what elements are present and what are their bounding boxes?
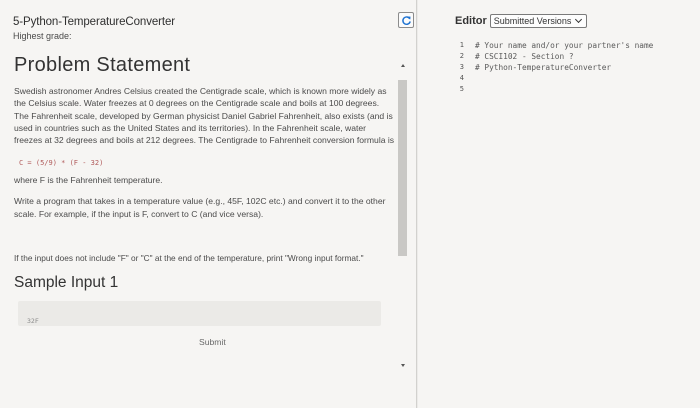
line-number: 3: [459, 63, 464, 71]
editor-label: Editor: [455, 15, 487, 27]
editor-pane: Editor Submitted Versions 1 # Your name …: [418, 0, 700, 408]
line-number: 4: [459, 74, 464, 82]
error-note: If the input does not include "F" or "C"…: [14, 253, 364, 264]
code-line: 1 # Your name and/or your partner's name: [454, 40, 654, 51]
scrollbar-thumb[interactable]: [398, 80, 407, 256]
code-text: # Python-TemperatureConverter: [475, 63, 612, 72]
problem-heading: Problem Statement: [14, 54, 191, 73]
code-line: 4: [454, 73, 653, 84]
sample-input-heading: Sample Input 1: [14, 274, 119, 292]
code-line: 3 # Python-TemperatureConverter: [454, 62, 653, 73]
sample-input-value: 32F: [27, 317, 39, 325]
arrow-up-icon[interactable]: [401, 64, 405, 67]
problem-header: 5-Python-TemperatureConverter Highest gr…: [0, 0, 417, 48]
version-select-value: Submitted Versions: [493, 16, 572, 26]
version-select[interactable]: Submitted Versions: [489, 14, 588, 28]
task-description: Write a program that takes in a temperat…: [14, 196, 386, 219]
line-number: 5: [459, 85, 464, 93]
editor-toolbar: Editor Submitted Versions: [455, 14, 588, 28]
line-number: 2: [459, 52, 464, 60]
sample-input-box: 32F: [18, 301, 381, 326]
problem-pane: 5-Python-TemperatureConverter Highest gr…: [0, 0, 417, 408]
code-line: 2 # CSCI102 - Section ?: [454, 51, 653, 62]
highest-grade-label: Highest grade:: [13, 31, 72, 41]
problem-scrollbar[interactable]: [397, 52, 411, 378]
arrow-down-icon[interactable]: [401, 364, 405, 367]
problem-content: Problem Statement Swedish astronomer And…: [0, 48, 396, 408]
problem-statement: Swedish astronomer Andres Celsius create…: [14, 86, 395, 146]
chevron-down-icon: [575, 15, 583, 24]
assignment-title: 5-Python-TemperatureConverter: [13, 16, 176, 28]
refresh-icon: [401, 15, 411, 25]
refresh-button[interactable]: [398, 12, 414, 28]
conversion-formula: C = (5/9) * (F - 32): [19, 159, 104, 168]
code-line: 5: [454, 84, 653, 95]
line-number: 1: [459, 41, 464, 49]
code-text: # Your name and/or your partner's name: [475, 41, 654, 50]
code-text: # CSCI102 - Section ?: [475, 52, 574, 61]
formula-explanation: where F is the Fahrenheit temperature.: [14, 175, 163, 186]
code-editor[interactable]: 1 # Your name and/or your partner's name…: [454, 40, 654, 95]
submit-button[interactable]: Submit: [199, 337, 226, 347]
